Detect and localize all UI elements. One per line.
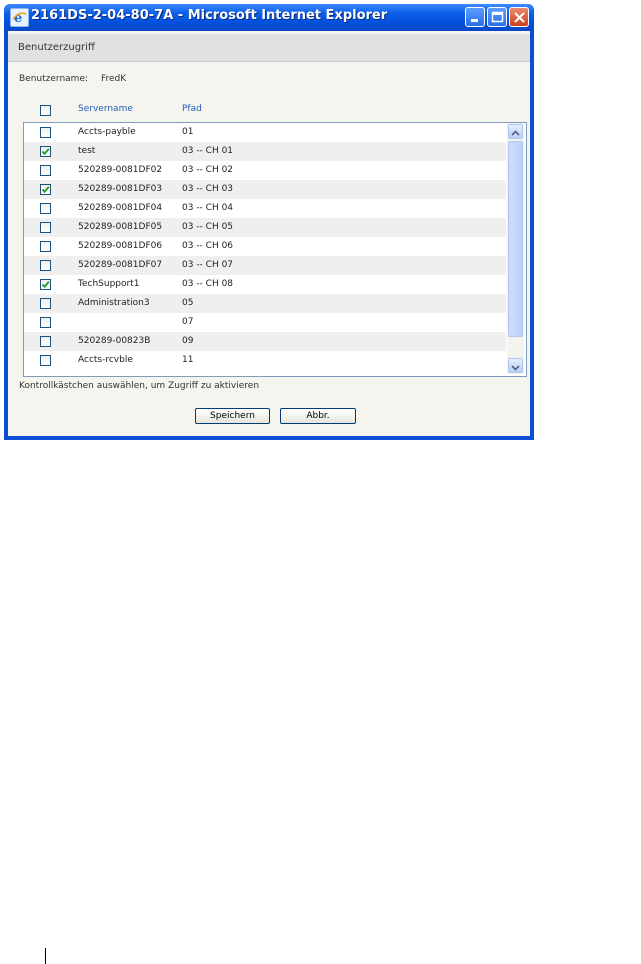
row-checkbox[interactable]	[40, 279, 51, 290]
row-checkbox[interactable]	[40, 317, 51, 328]
internet-explorer-icon: e	[10, 8, 29, 27]
row-checkbox[interactable]	[40, 298, 51, 309]
save-button[interactable]: Speichern	[195, 408, 270, 424]
column-header-pfad[interactable]: Pfad	[182, 104, 202, 114]
path-cell: 03 -- CH 03	[182, 184, 234, 194]
scroll-thumb[interactable]	[508, 141, 523, 337]
server-name-cell: Administration3	[78, 298, 150, 308]
column-header-servername[interactable]: Servername	[78, 104, 133, 114]
table-row: 520289-0081DF05 03 -- CH 05	[24, 218, 506, 237]
table-row: test 03 -- CH 01	[24, 142, 506, 161]
checkmark-icon	[41, 281, 50, 289]
path-cell: 11	[182, 355, 194, 365]
dialog-content: Benutzerzugriff Benutzername: FredK Serv…	[8, 31, 530, 436]
row-checkbox[interactable]	[40, 336, 51, 347]
path-cell: 03 -- CH 06	[182, 241, 234, 251]
path-cell: 01	[182, 127, 194, 137]
table-row: Accts-payble 01	[24, 123, 506, 142]
path-cell: 03 -- CH 08	[182, 279, 234, 289]
close-button[interactable]	[509, 7, 529, 27]
row-checkbox[interactable]	[40, 184, 51, 195]
table-row: Administration3 05	[24, 294, 506, 313]
scroll-down-button[interactable]	[508, 358, 523, 373]
server-name-cell: 520289-00823B	[78, 336, 151, 346]
minimize-icon	[471, 19, 478, 22]
browser-window: e 2161DS-2-04-80-7A - Microsoft Internet…	[4, 4, 534, 440]
chevron-up-icon	[511, 130, 520, 136]
page-margin-line	[45, 948, 46, 964]
server-name-cell: 520289-0081DF03	[78, 184, 163, 194]
row-checkbox[interactable]	[40, 355, 51, 366]
table-row: 520289-0081DF03 03 -- CH 03	[24, 180, 506, 199]
row-checkbox[interactable]	[40, 146, 51, 157]
title-bar[interactable]: e 2161DS-2-04-80-7A - Microsoft Internet…	[4, 4, 534, 31]
table-row: 07	[24, 313, 506, 332]
chevron-down-icon	[511, 365, 520, 371]
server-name-cell: Accts-payble	[78, 127, 136, 137]
row-checkbox[interactable]	[40, 127, 51, 138]
instruction-text: Kontrollkästchen auswählen, um Zugriff z…	[19, 381, 260, 391]
table-row: 520289-0081DF06 03 -- CH 06	[24, 237, 506, 256]
path-cell: 03 -- CH 05	[182, 222, 234, 232]
table-row: 520289-0081DF07 03 -- CH 07	[24, 256, 506, 275]
row-checkbox[interactable]	[40, 241, 51, 252]
checkmark-icon	[41, 186, 50, 194]
table-row: TechSupport1 03 -- CH 08	[24, 275, 506, 294]
maximize-button[interactable]	[487, 7, 507, 27]
path-cell: 05	[182, 298, 194, 308]
username-label: Benutzername:	[19, 74, 89, 84]
section-title: Benutzerzugriff	[18, 42, 95, 53]
row-checkbox[interactable]	[40, 165, 51, 176]
checkmark-icon	[41, 148, 50, 156]
vertical-scrollbar[interactable]	[507, 123, 524, 374]
server-name-cell: 520289-0081DF06	[78, 241, 163, 251]
close-icon	[514, 12, 525, 23]
maximize-icon	[491, 11, 504, 23]
row-checkbox[interactable]	[40, 203, 51, 214]
table-row: 520289-00823B 09	[24, 332, 506, 351]
section-header: Benutzerzugriff	[8, 34, 530, 62]
cancel-button[interactable]: Abbr.	[280, 408, 356, 424]
minimize-button[interactable]	[465, 7, 485, 27]
row-checkbox[interactable]	[40, 260, 51, 271]
row-checkbox[interactable]	[40, 222, 51, 233]
path-cell: 03 -- CH 01	[182, 146, 234, 156]
server-name-cell: 520289-0081DF02	[78, 165, 163, 175]
table-row: Accts-rcvble 11	[24, 351, 506, 370]
server-name-cell: test	[78, 146, 96, 156]
select-all-checkbox[interactable]	[40, 105, 51, 116]
path-cell: 03 -- CH 04	[182, 203, 234, 213]
username-value: FredK	[101, 74, 127, 84]
table-row: 520289-0081DF02 03 -- CH 02	[24, 161, 506, 180]
path-cell: 03 -- CH 02	[182, 165, 234, 175]
server-name-cell: 520289-0081DF05	[78, 222, 163, 232]
table-row: 520289-0081DF04 03 -- CH 04	[24, 199, 506, 218]
path-cell: 03 -- CH 07	[182, 260, 234, 270]
server-name-cell: 520289-0081DF07	[78, 260, 163, 270]
path-cell: 09	[182, 336, 194, 346]
path-cell: 07	[182, 317, 194, 327]
scroll-up-button[interactable]	[508, 124, 523, 139]
window-title: 2161DS-2-04-80-7A - Microsoft Internet E…	[31, 8, 388, 23]
server-list[interactable]: Accts-payble 01 test 03 -- CH 01 520289-0081…	[23, 122, 527, 377]
server-name-cell: 520289-0081DF04	[78, 203, 163, 213]
server-name-cell: TechSupport1	[78, 279, 140, 289]
server-name-cell: Accts-rcvble	[78, 355, 133, 365]
